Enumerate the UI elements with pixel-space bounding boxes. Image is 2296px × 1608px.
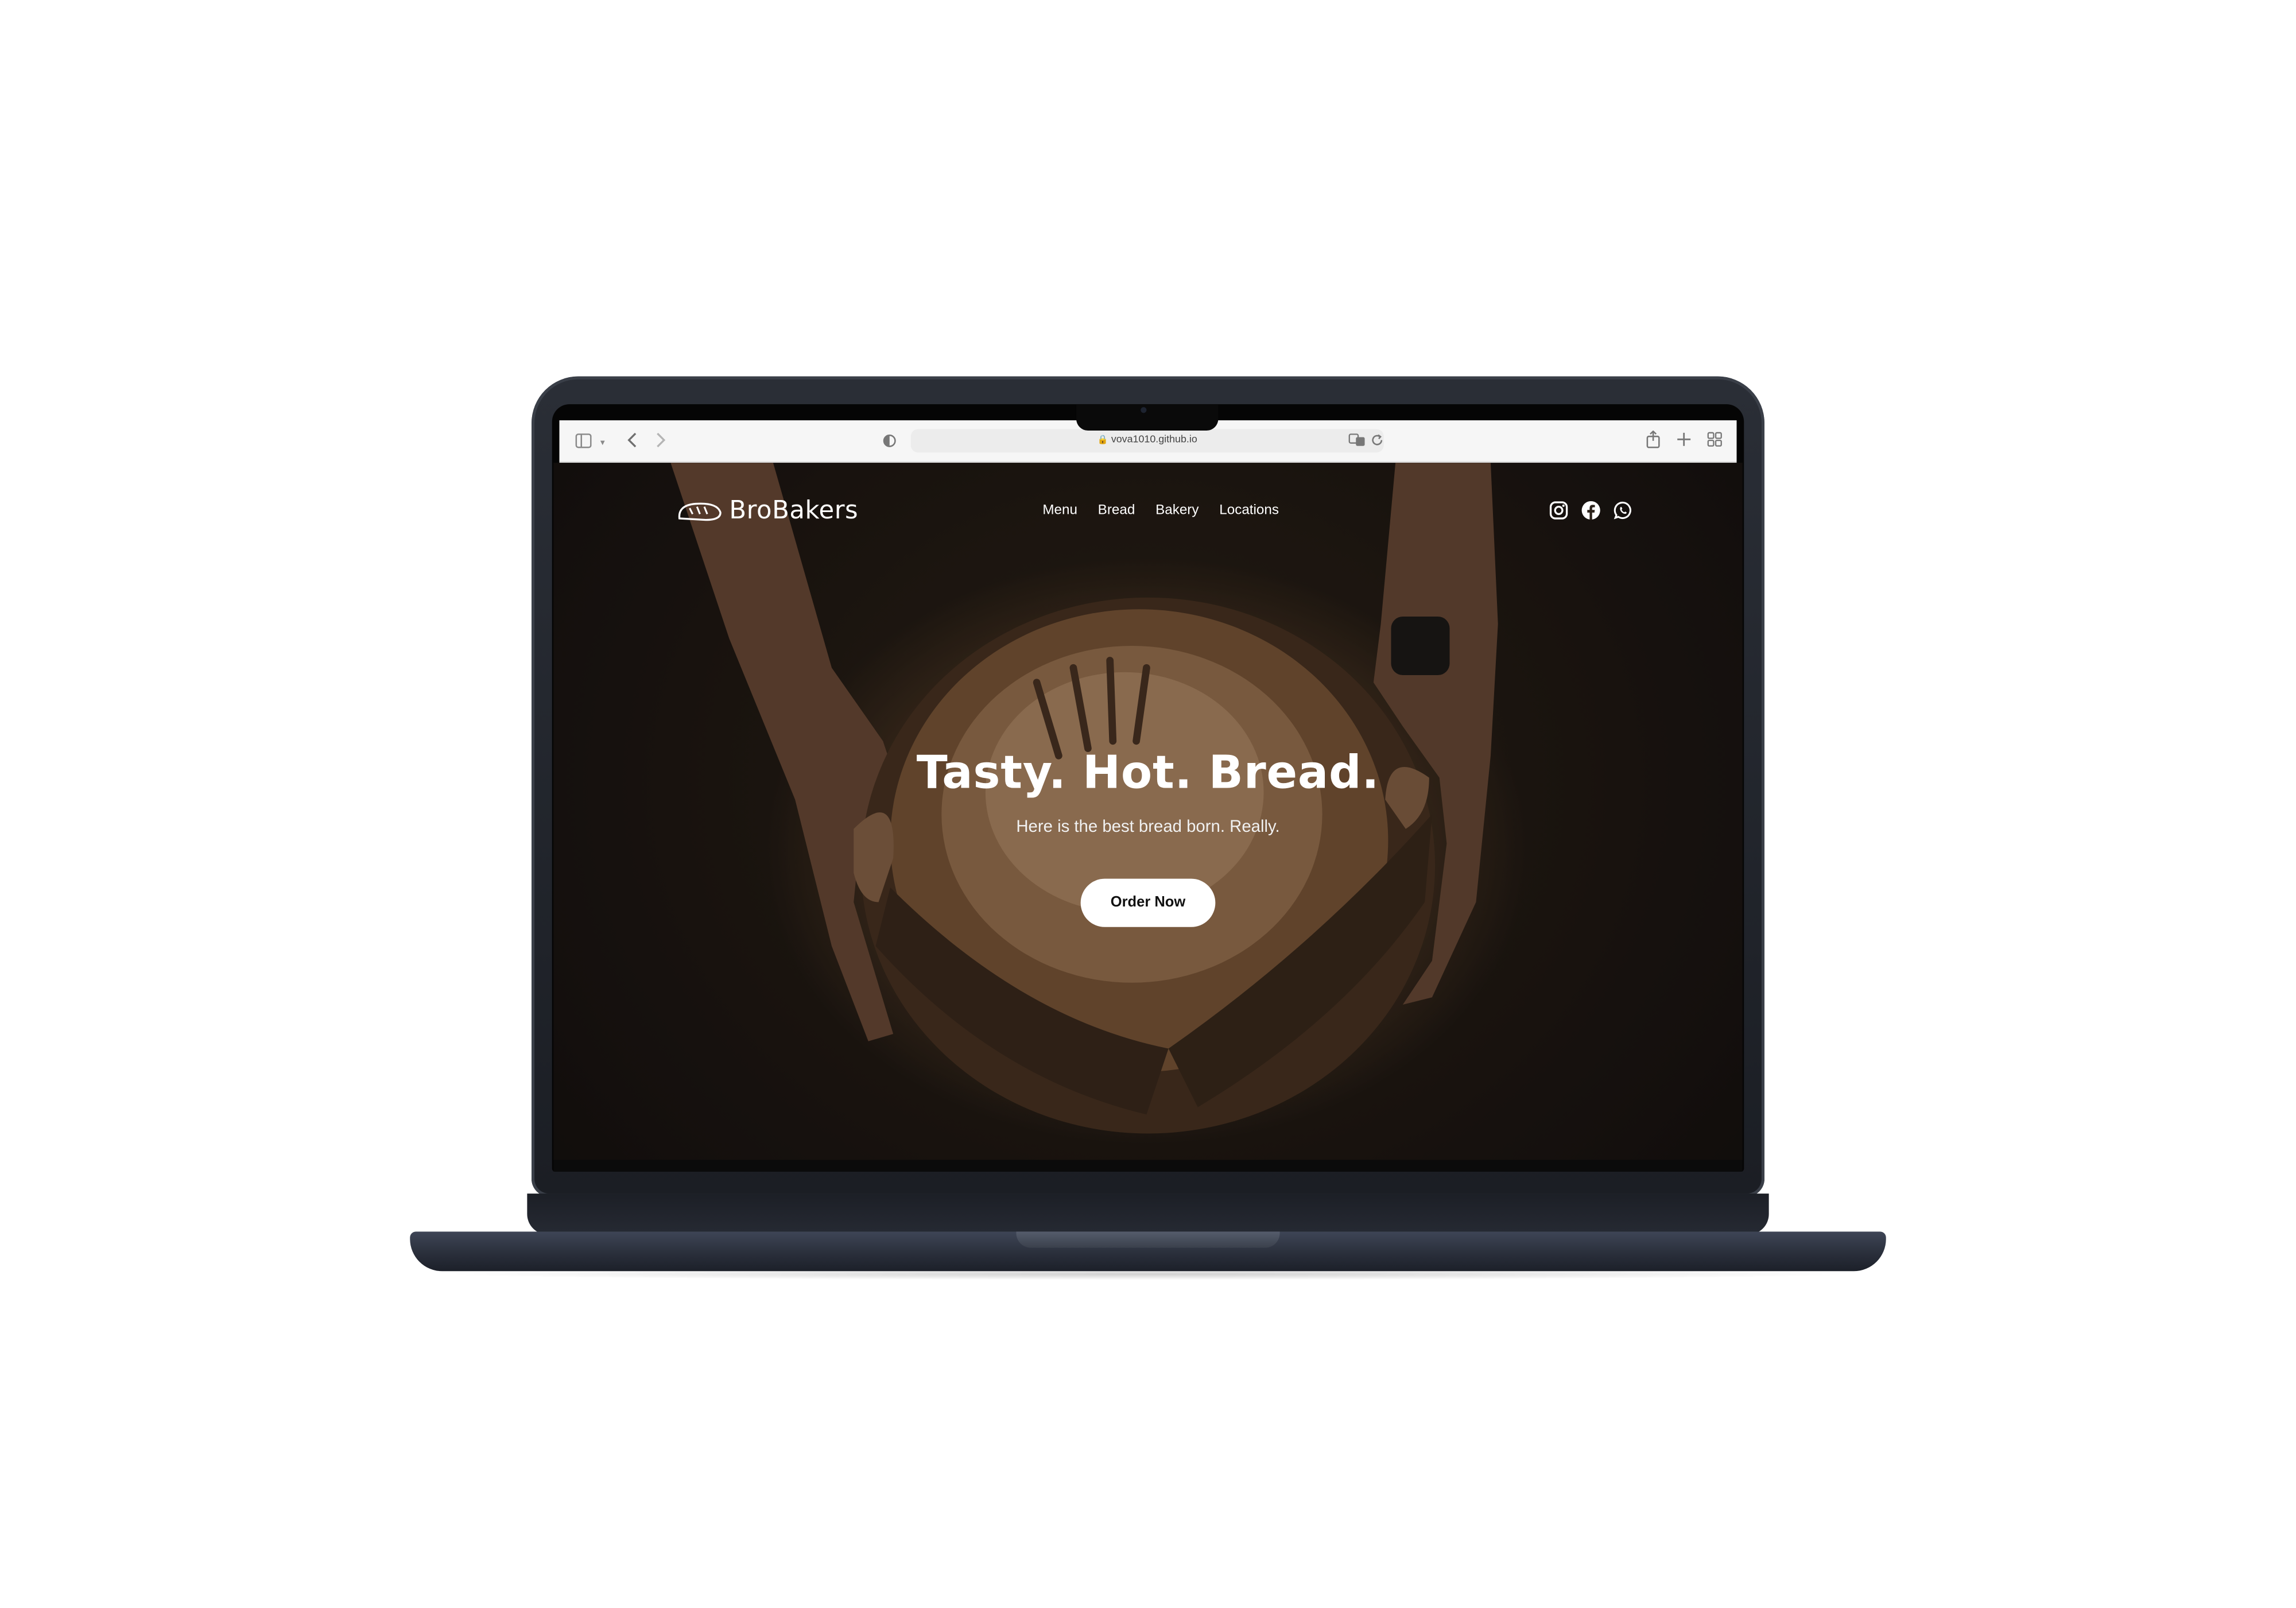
back-arrow-icon[interactable] (627, 432, 637, 453)
nav-item-locations[interactable]: Locations (1219, 502, 1279, 518)
address-url: vova1010.github.io (1111, 435, 1197, 445)
camera-icon (1141, 407, 1147, 413)
website-page: BroBakers Menu Bread Bakery Locations Ta… (553, 463, 1743, 1160)
main-nav: Menu Bread Bakery Locations (1042, 502, 1279, 518)
hero-subtitle: Here is the best bread born. Really. (1016, 819, 1280, 836)
brand-logo[interactable]: BroBakers (677, 497, 859, 526)
translate-icon[interactable] (1348, 433, 1366, 452)
laptop-chin (527, 1194, 1769, 1235)
hero-title: Tasty. Hot. Bread. (916, 747, 1380, 800)
sidebar-toggle-icon[interactable] (575, 433, 592, 452)
address-bar[interactable]: 🔒 vova1010.github.io (910, 429, 1384, 453)
instagram-icon[interactable] (1549, 501, 1568, 520)
nav-item-bakery[interactable]: Bakery (1155, 502, 1199, 518)
camera-notch (1076, 404, 1219, 431)
screen-bottom-edge (553, 1160, 1743, 1172)
nav-item-bread[interactable]: Bread (1098, 502, 1135, 518)
laptop-base (410, 1231, 1886, 1272)
facebook-icon[interactable] (1581, 501, 1600, 520)
privacy-shield-icon[interactable] (883, 433, 896, 452)
brand-name: BroBakers (729, 496, 859, 526)
site-header: BroBakers Menu Bread Bakery Locations (553, 492, 1742, 530)
social-links (1549, 501, 1632, 520)
reload-icon[interactable] (1371, 433, 1384, 451)
share-icon[interactable] (1646, 430, 1661, 452)
nav-item-menu[interactable]: Menu (1042, 502, 1077, 518)
hero-dark-overlay (553, 463, 1743, 1160)
mockup-stage: ▾ 🔒 vova1010.github.io BroBakers Menu Br… (0, 0, 2296, 1608)
order-now-button[interactable]: Order Now (1080, 878, 1216, 927)
tab-overview-icon[interactable] (1707, 432, 1722, 451)
bread-logo-icon (678, 502, 722, 520)
lid-opening-notch (1016, 1231, 1280, 1248)
forward-arrow-icon[interactable] (656, 432, 666, 453)
new-tab-icon[interactable] (1677, 432, 1692, 451)
whatsapp-icon[interactable] (1614, 501, 1632, 520)
chevron-down-icon[interactable]: ▾ (600, 436, 605, 451)
lock-icon: 🔒 (1097, 436, 1108, 445)
